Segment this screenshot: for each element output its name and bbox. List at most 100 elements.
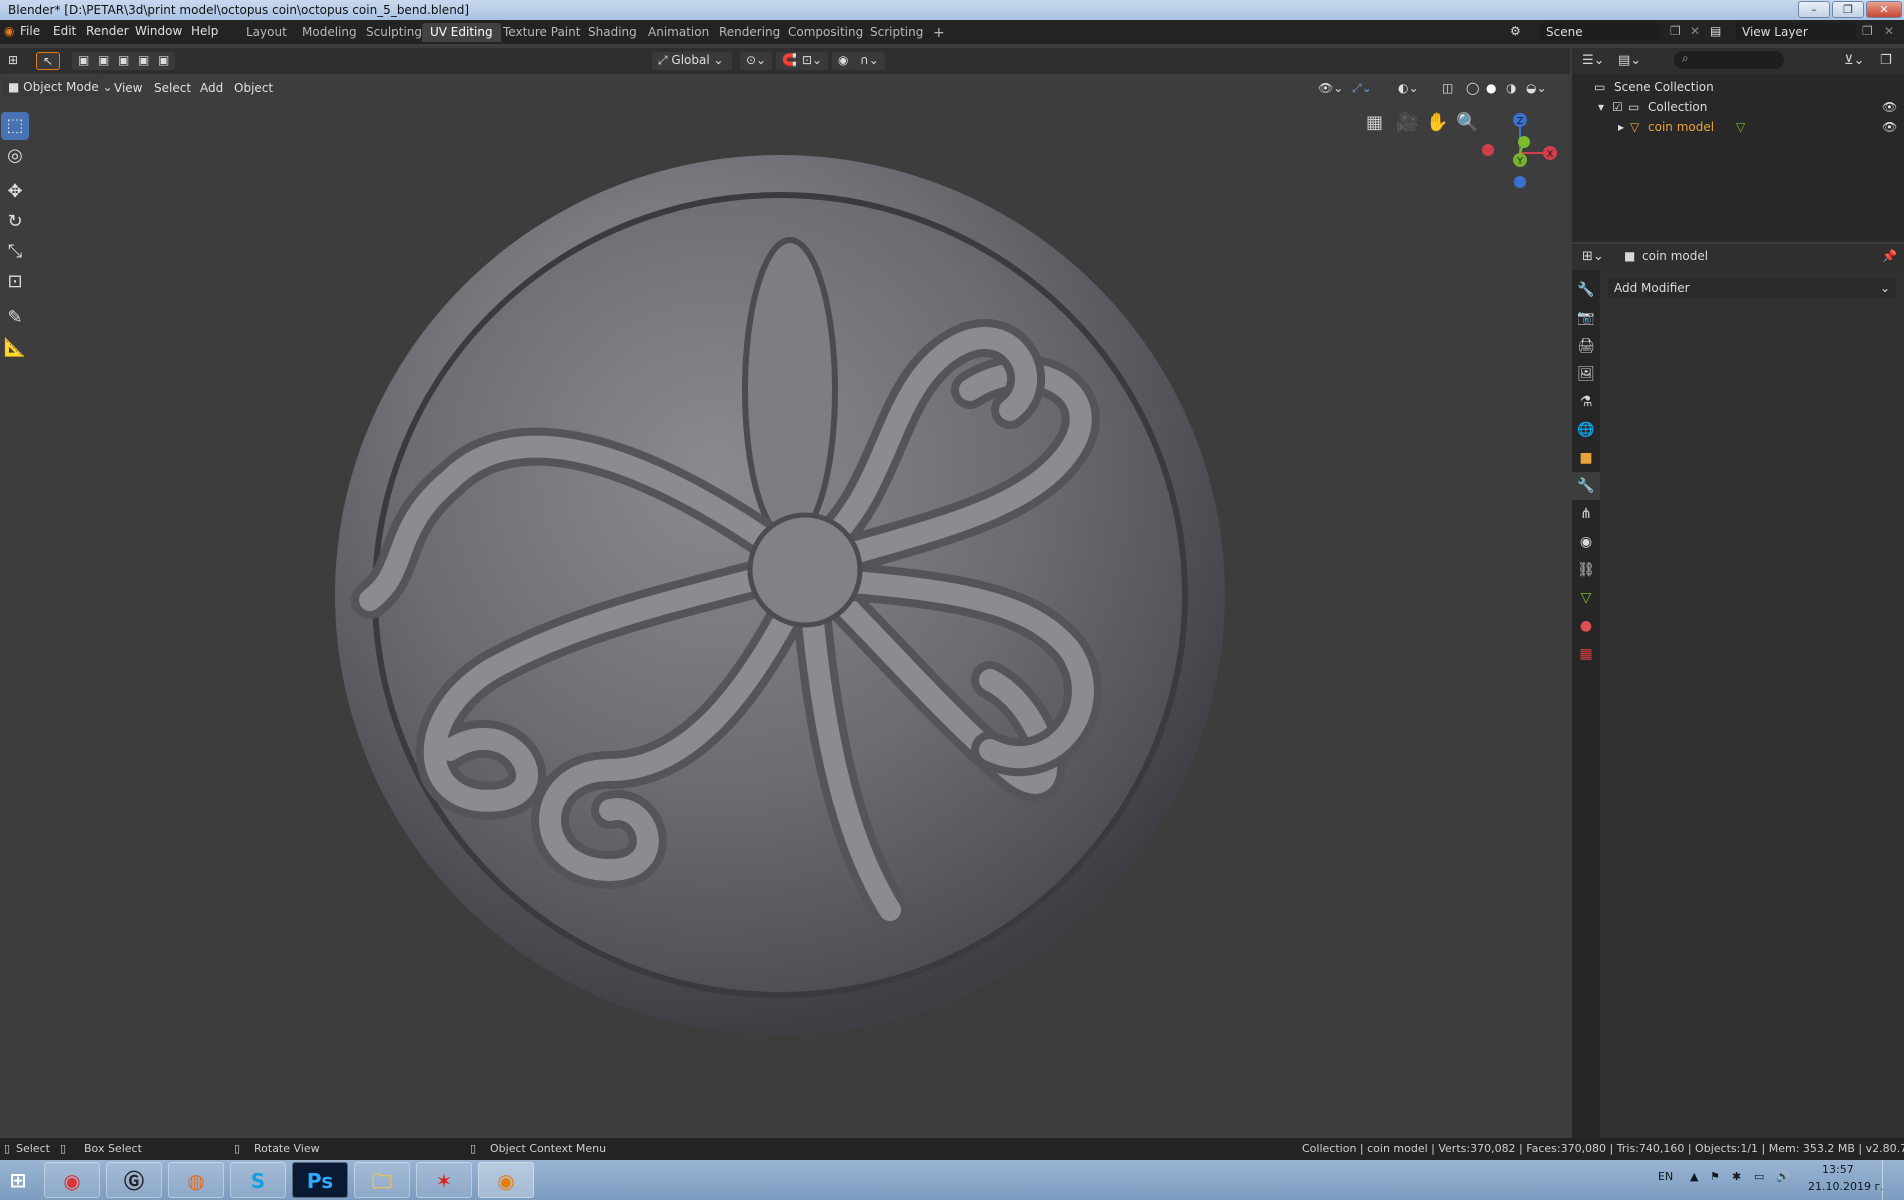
output-tab-icon[interactable]: 🖨 (1572, 332, 1600, 360)
navigation-gizmo[interactable]: Z X Y (1470, 108, 1560, 198)
tab-sculpting[interactable]: Sculpting (358, 23, 430, 42)
app-g-icon[interactable]: Ⓖ (106, 1162, 162, 1198)
maximize-button[interactable]: ❐ (1832, 1, 1864, 18)
view-layer-icon[interactable]: ▤ (1710, 24, 1721, 38)
view-layer-field[interactable]: View Layer (1736, 23, 1856, 41)
outliner-row-collection[interactable]: ▾ ☑ ▭ Collection 👁 (1572, 98, 1904, 118)
language-indicator[interactable]: EN (1658, 1170, 1673, 1183)
texture-tab-icon[interactable]: ▦ (1572, 640, 1600, 668)
add-modifier-dropdown[interactable]: Add Modifier ⌄ (1608, 278, 1896, 298)
outliner-row-scene-collection[interactable]: ▭ Scene Collection (1572, 78, 1904, 98)
tray-up-icon[interactable]: ▲ (1690, 1170, 1698, 1183)
selection-mode-intersect-icon[interactable]: ▣ (152, 52, 176, 70)
new-scene-icon[interactable]: ❐ (1670, 24, 1681, 38)
tray-app-icon[interactable]: ✱ (1732, 1170, 1741, 1183)
network-icon[interactable]: ▭ (1754, 1170, 1764, 1183)
scale-tool[interactable]: ⤡ (1, 238, 29, 266)
show-desktop-button[interactable] (1882, 1160, 1904, 1200)
blender-logo-icon[interactable]: ◉ (4, 24, 14, 38)
viewport-menu-select[interactable]: Select (154, 81, 191, 95)
select-box-tool[interactable]: ⬚ (1, 112, 29, 140)
add-workspace-button[interactable]: + (925, 23, 953, 42)
particles-tab-icon[interactable]: ⋔ (1572, 500, 1600, 528)
properties-editor-icon[interactable]: ⊞⌄ (1582, 249, 1604, 264)
minimize-button[interactable]: – (1798, 1, 1830, 18)
tab-animation[interactable]: Animation (640, 23, 717, 42)
menu-help[interactable]: Help (191, 24, 218, 38)
gizmo-y-axis[interactable] (1518, 136, 1530, 148)
proportional-falloff-icon[interactable]: ∩⌄ (854, 52, 885, 70)
volume-icon[interactable]: 🔊 (1776, 1170, 1790, 1183)
modifier-tab-icon[interactable]: 🔧 (1572, 472, 1600, 500)
photoshop-icon[interactable]: Ps (292, 1162, 348, 1198)
chrome-icon[interactable]: ◉ (44, 1162, 100, 1198)
eye-icon[interactable]: 👁 (1882, 100, 1897, 114)
scene-tab-icon[interactable]: ⚗ (1572, 388, 1600, 416)
flag-icon[interactable]: ⚑ (1710, 1170, 1720, 1183)
tool-tab-icon[interactable]: 🔧 (1572, 276, 1600, 304)
camera-view-icon[interactable]: 🎥 (1396, 112, 1418, 133)
rotate-tool[interactable]: ↻ (1, 208, 29, 236)
outliner-row-coin-model[interactable]: ▸ ▽ coin model ▽ 👁 (1572, 118, 1904, 138)
select-tool-icon[interactable]: ↖ (36, 52, 61, 70)
gizmo-neg-x[interactable] (1482, 144, 1494, 156)
explorer-icon[interactable]: 🗀 (354, 1162, 410, 1198)
delete-view-layer-icon[interactable]: ✕ (1884, 24, 1894, 38)
world-tab-icon[interactable]: 🌐 (1572, 416, 1600, 444)
pivot-point-icon[interactable]: ⊙⌄ (740, 52, 773, 70)
expand-arrow-icon[interactable]: ▾ (1598, 100, 1604, 114)
mode-dropdown[interactable]: ■ Object Mode ⌄ (2, 79, 113, 97)
new-collection-icon[interactable]: ❐ (1880, 53, 1892, 68)
show-overlays-icon[interactable]: ◐⌄ (1398, 81, 1419, 95)
menu-edit[interactable]: Edit (53, 24, 76, 38)
shading-solid-icon[interactable]: ● (1486, 81, 1496, 95)
mesh-data-icon[interactable]: ▽ (1736, 120, 1745, 134)
coin-model[interactable] (330, 150, 1230, 1040)
pan-hand-icon[interactable]: ✋ (1426, 112, 1448, 133)
blender-taskbar-icon[interactable]: ◉ (478, 1162, 534, 1198)
render-tab-icon[interactable]: 📷 (1572, 304, 1600, 332)
tab-texture-paint[interactable]: Texture Paint (495, 23, 588, 42)
app-red-icon[interactable]: ✶ (416, 1162, 472, 1198)
shading-rendered-icon[interactable]: ◒⌄ (1526, 81, 1547, 95)
tab-rendering[interactable]: Rendering (711, 23, 788, 42)
scene-icon[interactable]: ⚙ (1510, 24, 1521, 38)
clock-time[interactable]: 13:57 (1822, 1163, 1854, 1176)
measure-tool[interactable]: 📐 (1, 334, 29, 362)
filter-icon[interactable]: ⊻⌄ (1844, 53, 1864, 68)
delete-scene-icon[interactable]: ✕ (1690, 24, 1700, 38)
outliner-editor-icon[interactable]: ☰⌄ (1582, 53, 1605, 68)
transform-orientation-dropdown[interactable]: ⤢ Global ⌄ (652, 52, 732, 70)
eye-icon[interactable]: 👁 (1882, 120, 1897, 134)
constraints-tab-icon[interactable]: ⛓ (1572, 556, 1600, 584)
firefox-icon[interactable]: ◍ (168, 1162, 224, 1198)
transform-tool[interactable]: ⊡ (1, 268, 29, 296)
proportional-editing-icon[interactable]: ◉ (832, 52, 855, 70)
gizmo-neg-z[interactable] (1514, 176, 1526, 188)
move-tool[interactable]: ✥ (1, 178, 29, 206)
annotate-tool[interactable]: ✎ (1, 304, 29, 332)
clock-date[interactable]: 21.10.2019 г. (1808, 1180, 1884, 1193)
tab-compositing[interactable]: Compositing (780, 23, 871, 42)
physics-tab-icon[interactable]: ◉ (1572, 528, 1600, 556)
collection-checkbox[interactable]: ☑ (1612, 100, 1623, 114)
object-tab-icon[interactable]: ■ (1572, 444, 1600, 472)
close-button[interactable]: ✕ (1866, 1, 1902, 18)
menu-render[interactable]: Render (86, 24, 129, 38)
visibility-icon[interactable]: 👁⌄ (1318, 81, 1343, 95)
viewport-menu-view[interactable]: View (114, 81, 142, 95)
tab-scripting[interactable]: Scripting (862, 23, 931, 42)
new-view-layer-icon[interactable]: ❐ (1862, 24, 1873, 38)
tab-modeling[interactable]: Modeling (294, 23, 365, 42)
expand-arrow-icon[interactable]: ▸ (1618, 120, 1624, 134)
editor-type-icon[interactable]: ⊞ (2, 52, 24, 70)
pin-icon[interactable]: 📌 (1882, 249, 1897, 263)
snap-target-icon[interactable]: ⊡⌄ (796, 52, 829, 70)
tab-shading[interactable]: Shading (580, 23, 645, 42)
xray-icon[interactable]: ◫ (1442, 81, 1453, 95)
cursor-tool[interactable]: ◎ (1, 142, 29, 170)
outliner-search-input[interactable]: ⌕ (1674, 51, 1784, 69)
view-layer-tab-icon[interactable]: 🖼 (1572, 360, 1600, 388)
scene-field[interactable]: Scene (1540, 23, 1660, 41)
viewport-menu-object[interactable]: Object (234, 81, 273, 95)
